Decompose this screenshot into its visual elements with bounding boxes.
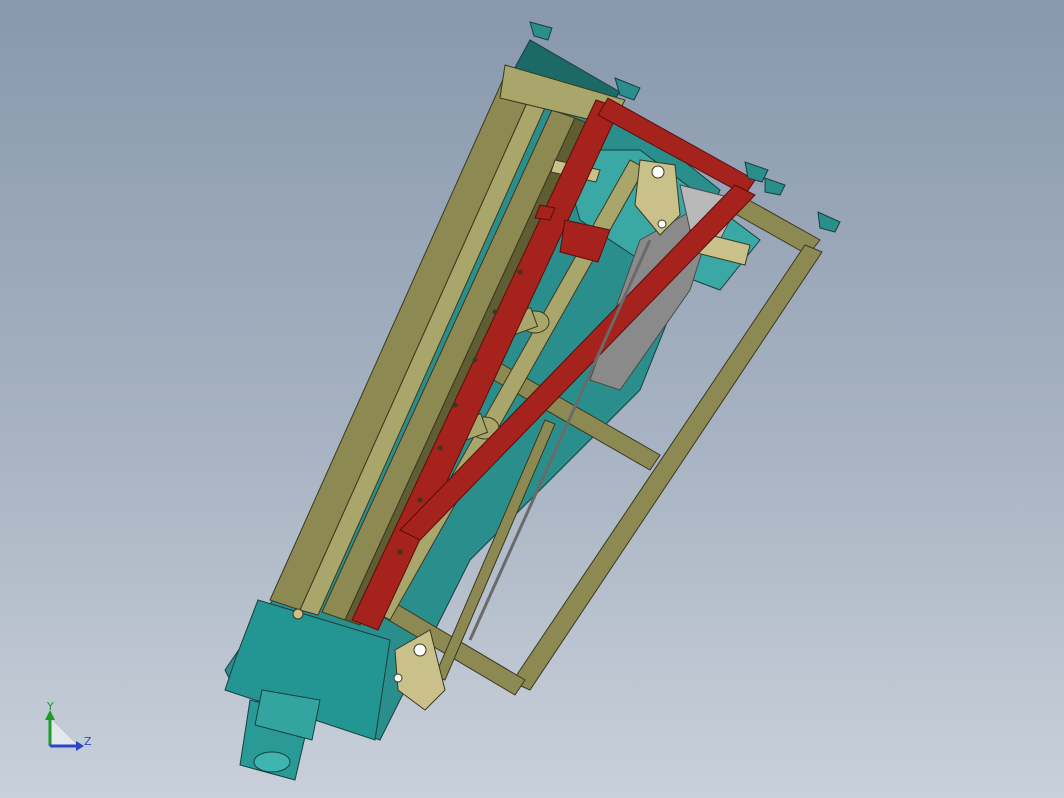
motor-cylinder <box>239 689 321 781</box>
z-axis-label: Z <box>84 735 92 748</box>
graphics-viewport[interactable]: Y Z <box>0 0 1064 798</box>
y-axis-label: Y <box>46 700 54 713</box>
cad-assembly-model[interactable] <box>0 0 1064 798</box>
coordinate-triad-icon: Y Z <box>45 700 92 751</box>
